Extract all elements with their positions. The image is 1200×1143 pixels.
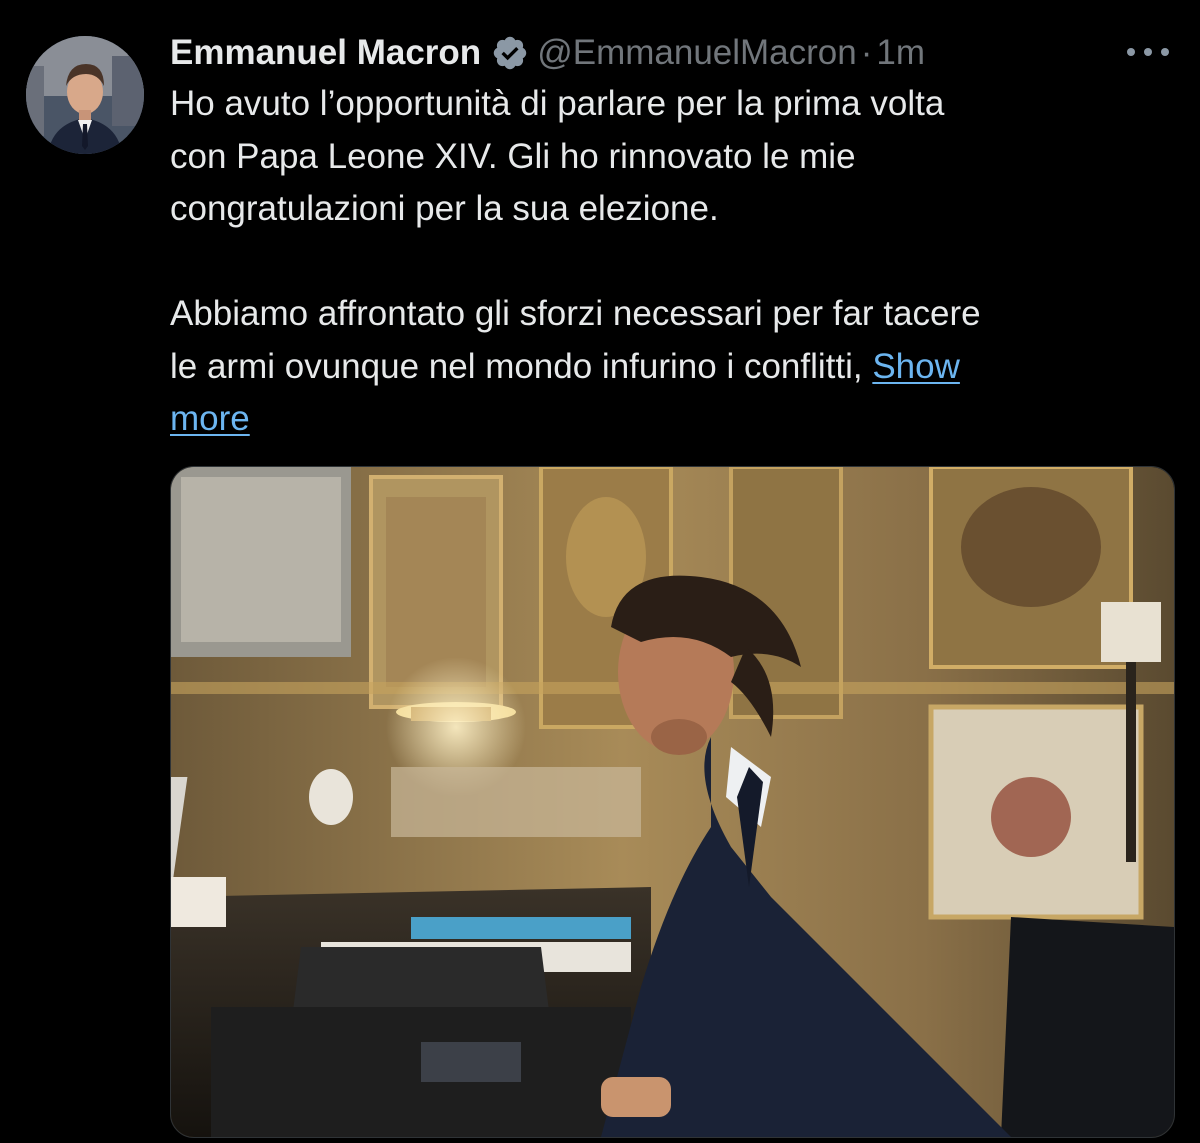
tweet-text: Ho avuto l’opportunità di parlare per la… — [170, 78, 1170, 446]
verified-badge-icon — [491, 34, 529, 72]
tweet-text-line: Ho avuto l’opportunità di parlare per la… — [170, 84, 945, 123]
tweet-timestamp[interactable]: 1m — [876, 28, 925, 78]
more-options-button[interactable] — [1120, 34, 1176, 70]
tweet-header: Emmanuel Macron @EmmanuelMacron · 1m — [170, 28, 925, 78]
more-options-icon — [1127, 48, 1169, 56]
avatar-photo — [26, 36, 144, 154]
show-more-link[interactable]: Show — [872, 347, 960, 386]
author-display-name[interactable]: Emmanuel Macron — [170, 28, 481, 78]
author-handle[interactable]: @EmmanuelMacron — [537, 28, 857, 78]
tweet-text-line: Abbiamo affrontato gli sforzi necessari … — [170, 294, 981, 333]
tweet-text-fragment: le armi ovunque nel mondo infurino i con… — [170, 346, 873, 386]
author-avatar[interactable] — [26, 36, 144, 154]
tweet-text-line-with-link: le armi ovunque nel mondo infurino i con… — [170, 341, 1170, 394]
tweet[interactable]: Emmanuel Macron @EmmanuelMacron · 1m Ho … — [0, 0, 1200, 1143]
tweet-text-line: congratulazioni per la sua elezione. — [170, 189, 719, 228]
office-photo — [171, 467, 1174, 1137]
show-more-link-continued[interactable]: more — [170, 399, 250, 438]
tweet-photo[interactable] — [170, 466, 1175, 1138]
header-separator: · — [860, 33, 873, 72]
tweet-text-line: more — [170, 393, 1170, 446]
tweet-text-line: con Papa Leone XIV. Gli ho rinnovato le … — [170, 136, 856, 176]
